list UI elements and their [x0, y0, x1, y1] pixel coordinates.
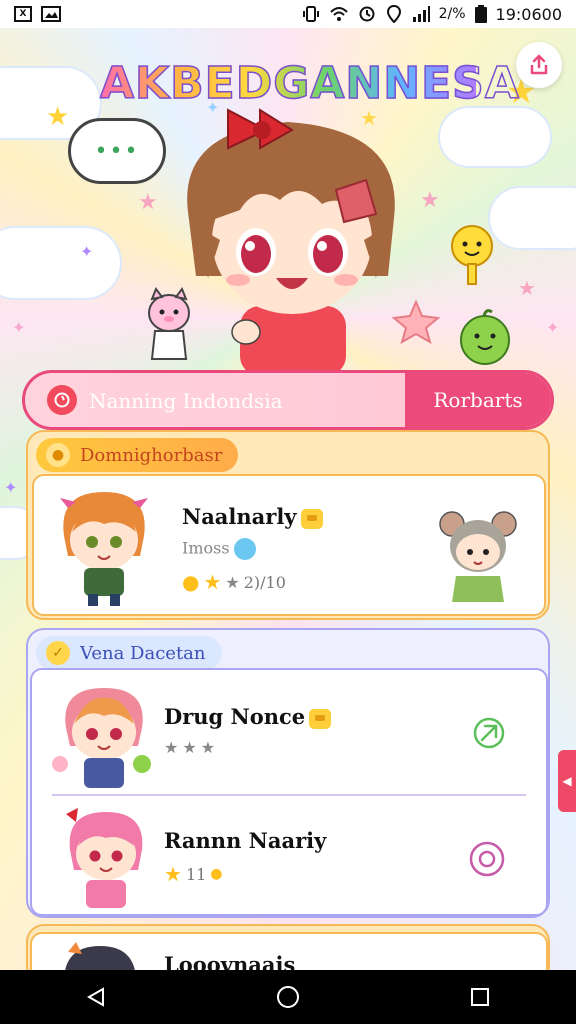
speech-bubble-text: •••	[94, 138, 140, 164]
sparkle-icon: ✦	[80, 242, 94, 261]
star-outline-icon: ★	[182, 738, 197, 757]
back-button[interactable]	[66, 977, 126, 1017]
scroll-handle[interactable]: ◀	[558, 750, 576, 812]
coin-icon: ●	[210, 866, 223, 882]
mascot-girl-image	[187, 108, 395, 375]
star-outline-icon: ★	[164, 738, 179, 757]
sparkle-icon: ✦	[546, 318, 560, 337]
sparkle-icon: ✦	[12, 318, 26, 337]
rating: ★ ★ ★	[164, 738, 219, 757]
recents-button[interactable]	[450, 977, 510, 1017]
star-icon: ★	[420, 188, 440, 213]
section-tab[interactable]: ✓ Vena Dacetan	[36, 636, 222, 670]
signal-icon	[412, 6, 430, 22]
vibrate-icon	[302, 6, 319, 22]
mouse-avatar	[439, 511, 517, 602]
rating: ★ 11 ●	[164, 862, 223, 886]
back-icon	[86, 987, 104, 1007]
star-icon: ●	[182, 570, 200, 594]
send-icon	[473, 717, 505, 749]
user-subtitle-text: Imoss	[182, 538, 230, 558]
navigation-bar	[0, 970, 576, 1024]
user-card[interactable]: Naalnarly Imoss ● ★ ★ 2)/10	[32, 474, 546, 616]
user-name: Naalnarly	[182, 504, 323, 529]
home-button[interactable]	[258, 977, 318, 1017]
share-icon	[530, 54, 548, 75]
user-subtitle: Imoss	[182, 538, 256, 560]
user-name-text: Naalnarly	[182, 504, 297, 529]
recents-icon	[471, 988, 489, 1006]
chat-button[interactable]	[468, 840, 506, 878]
wifi-icon	[329, 7, 348, 21]
cloud-decoration	[0, 228, 120, 298]
flower-icon: ●	[46, 443, 70, 467]
search-icon	[47, 385, 77, 415]
section-middle: ✓ Vena Dacetan Drug Nonce ★ ★ ★ Rannn Na…	[26, 628, 550, 918]
star-icon: ★	[46, 102, 70, 132]
section-title: Domnighorbasr	[80, 444, 223, 466]
sync-icon	[359, 6, 375, 22]
rating-text: 2)/10	[243, 572, 286, 592]
user-name-text: Drug Nonce	[164, 704, 306, 729]
rating: ● ★ ★ 2)/10	[182, 570, 286, 594]
home-icon	[277, 986, 299, 1008]
chat-icon	[469, 841, 505, 877]
share-button[interactable]	[516, 42, 562, 88]
section-tab[interactable]: ● Domnighorbasr	[36, 438, 239, 472]
status-left: X	[14, 6, 61, 22]
status-right: 2/% 19:0600	[302, 5, 562, 24]
yellow-key-character	[451, 225, 493, 285]
crown-icon	[300, 508, 323, 529]
section-title: Vena Dacetan	[80, 642, 206, 664]
check-icon: ✓	[46, 641, 70, 665]
notification-label: X	[19, 9, 27, 19]
star-icon: ★	[518, 276, 536, 300]
user-name: Drug Nonce	[164, 704, 332, 729]
search-input[interactable]: Nanning Indondsia	[89, 389, 283, 413]
crown-icon	[309, 708, 332, 729]
star-icon: ★	[203, 570, 222, 594]
notification-icon: X	[14, 6, 32, 22]
send-button[interactable]	[470, 714, 508, 752]
search-bar[interactable]: Nanning Indondsia Rorbarts	[22, 370, 554, 430]
clock: 19:0600	[495, 4, 562, 24]
search-icon-glyph	[54, 392, 70, 408]
speech-bubble: •••	[68, 118, 166, 184]
gallery-icon	[41, 6, 61, 22]
status-bar: X 2/% 19:0600	[0, 0, 576, 28]
battery-icon	[474, 5, 487, 23]
sparkle-icon: ✦	[4, 478, 18, 497]
star-outline-icon: ★	[200, 738, 216, 757]
avatar	[60, 492, 148, 606]
user-name: Rannn Naariy	[164, 828, 326, 853]
divider	[52, 794, 526, 796]
badge-icon	[233, 538, 256, 560]
star-icon: ★	[164, 862, 182, 886]
battery-percent: 2/%	[438, 6, 466, 22]
rating-text: 11	[185, 864, 207, 884]
green-blob-character	[460, 309, 510, 365]
avatar	[66, 808, 143, 908]
user-name-text: Rannn Naariy	[164, 828, 327, 853]
search-action-button[interactable]: Rorbarts	[405, 373, 551, 427]
star-outline-icon: ★	[225, 572, 240, 592]
cloud-decoration	[440, 108, 550, 166]
avatar	[52, 688, 151, 788]
star-icon: ★	[138, 190, 158, 215]
user-list-card: Drug Nonce ★ ★ ★ Rannn Naariy ★ 11 ●	[30, 668, 548, 916]
location-icon	[386, 5, 401, 23]
section-top: ● Domnighorbasr Naalnarly Imoss ● ★ ★ 2)…	[26, 430, 550, 620]
